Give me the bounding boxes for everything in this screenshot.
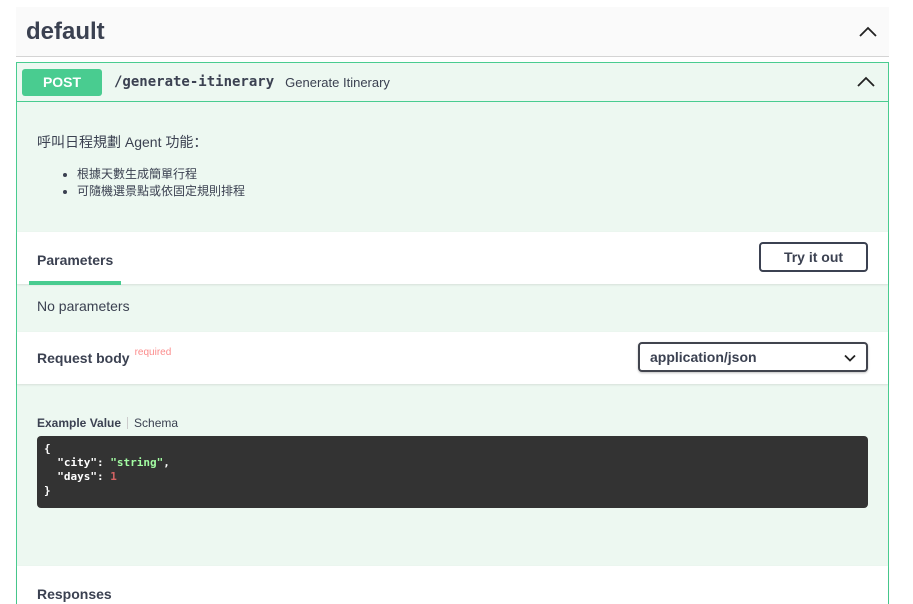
section-title: default xyxy=(26,17,105,45)
list-item: 可隨機選景點或依固定規則排程 xyxy=(77,183,868,200)
example-code-block: { "city": "string", "days": 1 } xyxy=(37,436,868,508)
operation-summary-text: Generate Itinerary xyxy=(285,74,390,90)
operation-block: POST /generate-itinerary Generate Itiner… xyxy=(16,62,889,604)
tag-section-header[interactable]: default xyxy=(16,7,889,57)
content-type-value: application/json xyxy=(650,349,757,365)
tab-example-value[interactable]: Example Value xyxy=(37,416,121,430)
example-tabs: Example Value Schema xyxy=(17,384,888,436)
list-item: 根據天數生成簡單行程 xyxy=(77,166,868,183)
try-it-out-button[interactable]: Try it out xyxy=(759,242,868,272)
responses-header: Responses xyxy=(17,566,888,604)
collapse-section-icon[interactable] xyxy=(857,21,879,43)
description-list: 根據天數生成簡單行程 可隨機選景點或依固定規則排程 xyxy=(37,166,868,200)
required-badge: required xyxy=(134,346,172,358)
chevron-down-icon xyxy=(844,349,856,365)
content-type-select[interactable]: application/json xyxy=(638,342,868,372)
operation-path: /generate-itinerary xyxy=(114,74,275,90)
operation-summary[interactable]: POST /generate-itinerary Generate Itiner… xyxy=(17,63,888,102)
parameters-header: Parameters Try it out xyxy=(17,232,888,285)
code-close-brace: } xyxy=(44,484,51,497)
request-body-title: Request body xyxy=(37,350,130,366)
code-city-key: "city" xyxy=(57,456,97,469)
request-body-header: Request body required application/json xyxy=(17,332,888,384)
operation-description: 呼叫日程規劃 Agent 功能： 根據天數生成簡單行程 可隨機選景點或依固定規則… xyxy=(17,102,888,232)
description-text: 呼叫日程規劃 Agent 功能： xyxy=(37,134,208,150)
no-parameters-text: No parameters xyxy=(37,298,130,314)
code-days-key: "days" xyxy=(57,470,97,483)
tab-schema[interactable]: Schema xyxy=(134,416,178,430)
tab-divider xyxy=(127,417,129,429)
tab-parameters[interactable]: Parameters xyxy=(29,252,121,285)
method-badge: POST xyxy=(22,68,102,96)
code-city-value: "string" xyxy=(110,456,164,469)
collapse-operation-icon[interactable] xyxy=(855,71,877,93)
code-open-brace: { xyxy=(44,442,51,455)
code-days-value: 1 xyxy=(110,470,117,483)
responses-title: Responses xyxy=(37,586,112,602)
